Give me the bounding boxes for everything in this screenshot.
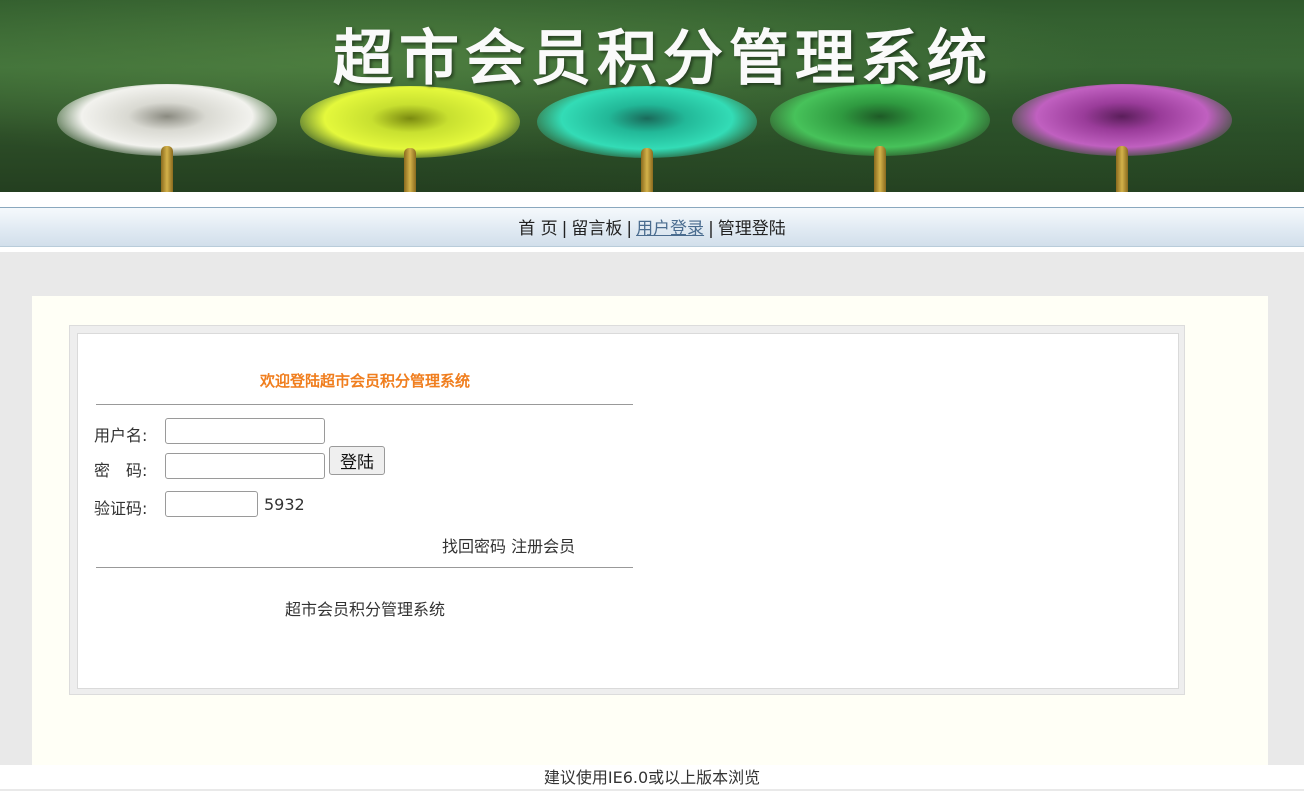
nav-separator: | — [561, 219, 568, 239]
dandelion-purple-image — [1012, 84, 1232, 192]
login-welcome-heading: 欢迎登陆超市会员积分管理系统 — [259, 372, 470, 390]
main-content: 欢迎登陆超市会员积分管理系统 用户名: 密 码: 登陆 验证码: 5932 找回… — [32, 296, 1268, 766]
nav-item-guestbook[interactable]: 留言板 — [571, 219, 622, 239]
account-links: 找回密码 注册会员 — [442, 533, 575, 557]
main-nav: 首 页 | 留言板 | 用户登录 | 管理登陆 — [0, 207, 1304, 247]
dandelion-teal-image — [537, 86, 757, 192]
divider-bottom — [96, 567, 633, 568]
login-button[interactable]: 登陆 — [329, 446, 385, 475]
username-input[interactable] — [165, 418, 325, 444]
login-panel-frame: 欢迎登陆超市会员积分管理系统 用户名: 密 码: 登陆 验证码: 5932 找回… — [69, 325, 1185, 695]
dandelion-green-image — [770, 84, 990, 192]
password-input[interactable] — [165, 453, 325, 479]
captcha-label: 验证码: — [94, 499, 148, 518]
nav-separator: | — [708, 219, 714, 239]
nav-item-admin-login[interactable]: 管理登陆 — [718, 219, 786, 239]
dandelion-yellow-image — [300, 86, 520, 192]
forgot-password-link[interactable]: 找回密码 — [442, 537, 506, 556]
captcha-code: 5932 — [264, 495, 305, 514]
nav-item-user-login[interactable]: 用户登录 — [636, 219, 704, 239]
login-panel: 欢迎登陆超市会员积分管理系统 用户名: 密 码: 登陆 验证码: 5932 找回… — [77, 333, 1179, 689]
password-label: 密 码: — [94, 461, 148, 480]
site-title: 超市会员积分管理系统 — [333, 24, 993, 94]
register-member-link[interactable]: 注册会员 — [511, 537, 575, 556]
panel-footer-text: 超市会员积分管理系统 — [284, 600, 445, 619]
nav-separator: | — [626, 219, 633, 239]
captcha-input[interactable] — [165, 491, 258, 517]
header-banner: 超市会员积分管理系统 — [0, 0, 1304, 192]
nav-item-home[interactable]: 首 页 — [518, 219, 557, 239]
dandelion-white-image — [57, 84, 277, 192]
page-footer: 建议使用IE6.0或以上版本浏览 — [0, 765, 1304, 789]
divider-top — [96, 404, 633, 405]
username-label: 用户名: — [94, 426, 148, 445]
